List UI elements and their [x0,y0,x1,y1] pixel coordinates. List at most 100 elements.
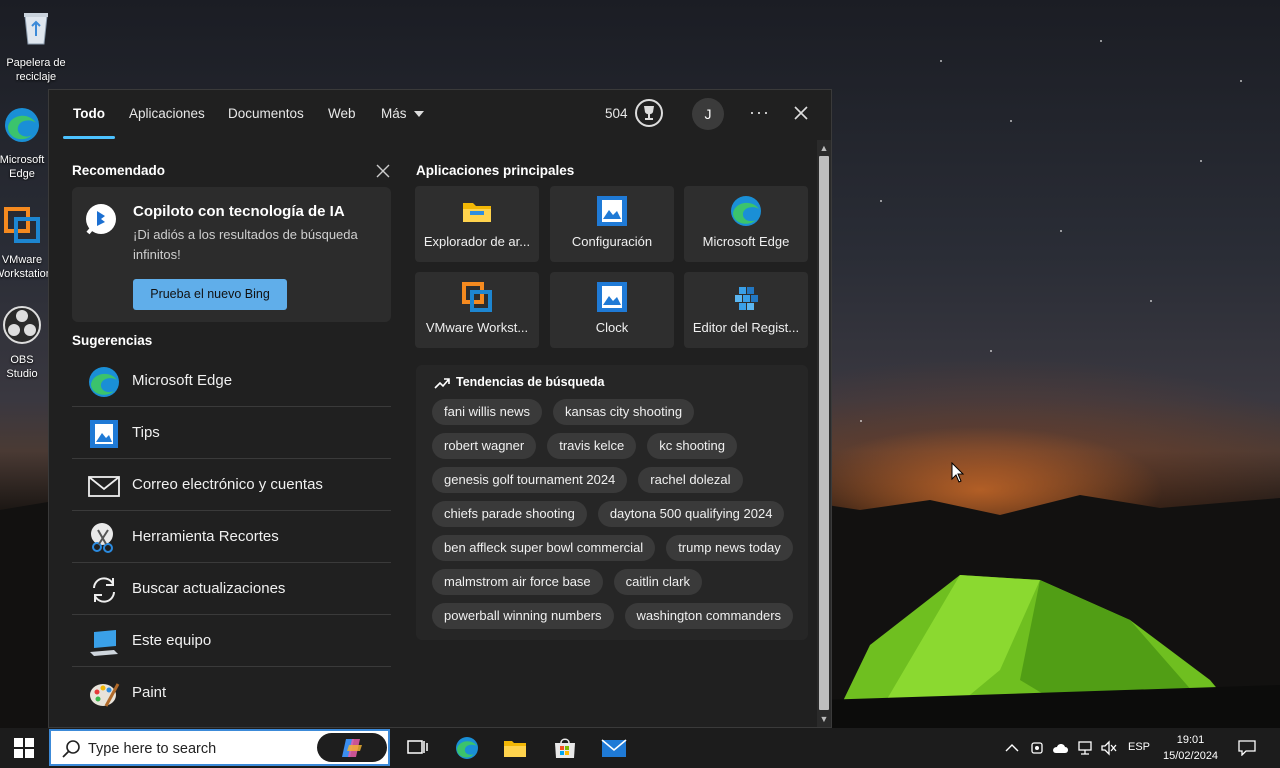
trend-chip[interactable]: washington commanders [624,603,794,629]
tab-documentos[interactable]: Documentos [228,106,304,121]
onedrive-icon[interactable] [1052,740,1070,756]
panel-scrollbar[interactable]: ▲ ▼ [817,140,831,727]
user-avatar[interactable]: J [692,98,724,130]
app-tile-label: Editor del Regist... [692,320,800,335]
app-tile-label: Explorador de ar... [423,234,531,249]
search-trends-card: Tendencias de búsqueda fani willis news … [416,365,808,640]
suggestion-item-tips[interactable]: Tips [72,408,391,459]
tab-aplicaciones[interactable]: Aplicaciones [129,106,205,121]
network-icon[interactable] [1077,740,1093,756]
volume-muted-icon[interactable] [1100,740,1118,756]
clock-date: 15/02/2024 [1163,750,1219,762]
notifications-icon[interactable] [1238,740,1256,756]
scrollbar-thumb[interactable] [819,156,829,710]
app-tile-microsoft-edge[interactable]: Microsoft Edge [684,186,808,262]
suggestion-item-paint[interactable]: Paint [72,668,391,718]
registry-icon [735,287,758,310]
app-tile-label: VMware Workst... [425,320,529,335]
taskbar-search-box[interactable]: Type here to search [49,729,390,766]
scroll-down-arrow-icon[interactable]: ▼ [819,713,829,725]
language-indicator[interactable]: ESP [1128,741,1150,753]
suggestion-item-this-pc[interactable]: Este equipo [72,616,391,667]
trend-chip[interactable]: powerball winning numbers [432,603,614,629]
chevron-up-icon[interactable] [1004,740,1020,756]
tips-icon [90,420,118,448]
trend-chip[interactable]: rachel dolezal [638,467,743,493]
close-icon[interactable] [791,103,811,123]
search-panel: Todo Aplicaciones Documentos Web Más 504… [48,89,832,728]
recommended-card-title: Copiloto con tecnología de IA [133,203,345,220]
app-tile-vmware[interactable]: VMware Workst... [415,272,539,348]
microsoft-store-icon[interactable] [552,736,578,760]
mouse-cursor-icon [951,462,965,483]
trend-chip[interactable]: genesis golf tournament 2024 [432,467,628,493]
trend-chip[interactable]: kansas city shooting [552,399,695,425]
suggestion-item-snipping-tool[interactable]: Herramienta Recortes [72,512,391,563]
file-explorer-icon[interactable] [502,736,528,760]
desktop-icon-label: OBS Studio [6,354,38,380]
trophy-icon [644,106,654,120]
trends-title: Tendencias de búsqueda [456,375,605,389]
trend-chip[interactable]: ben affleck super bowl commercial [432,535,656,561]
suggestion-item-microsoft-edge[interactable]: Microsoft Edge [72,356,391,407]
trend-chip[interactable]: caitlin clark [613,569,702,595]
trend-chip[interactable]: chiefs parade shooting [432,501,587,527]
app-tile-label: Configuración [571,234,653,249]
desktop-icon-label: Papelera de reciclaje [6,57,66,83]
more-options-button[interactable]: ··· [749,102,770,123]
app-tile-settings[interactable]: Configuración [550,186,674,262]
app-tile-label: Microsoft Edge [702,234,790,249]
tab-web[interactable]: Web [328,106,356,121]
trend-chip[interactable]: malmstrom air force base [432,569,603,595]
update-icon [93,577,115,603]
app-tile-label: Clock [595,320,629,335]
suggestion-item-check-updates[interactable]: Buscar actualizaciones [72,564,391,615]
windows-start-icon[interactable] [14,738,34,758]
tab-mas[interactable]: Más [381,106,425,121]
paint-icon [90,683,120,707]
trend-chip[interactable]: robert wagner [432,433,537,459]
settings-app-icon [597,196,627,226]
suggestion-label: Correo electrónico y cuentas [132,476,323,493]
snipping-tool-icon [91,523,113,553]
bing-chat-icon [86,204,116,235]
dismiss-recommended-icon[interactable] [375,163,391,179]
trend-chip[interactable]: kc shooting [647,433,738,459]
taskbar-clock[interactable]: 19:01 15/02/2024 [1163,732,1218,764]
suggestions-list: Microsoft Edge Tips Correo electrónico y… [72,356,391,719]
suggestion-item-mail[interactable]: Correo electrónico y cuentas [72,460,391,511]
copilot-button[interactable] [317,733,387,762]
meet-now-icon[interactable] [1029,740,1045,756]
trend-chip[interactable]: fani willis news [432,399,542,425]
search-placeholder: Type here to search [88,741,217,757]
app-tile-clock[interactable]: Clock [550,272,674,348]
desktop-icon-recycle-bin[interactable]: Papelera de reciclaje [0,8,72,84]
tab-todo[interactable]: Todo [73,106,105,121]
app-tile-registry-editor[interactable]: Editor del Regist... [684,272,808,348]
mail-taskbar-icon[interactable] [601,736,627,760]
clock-time: 19:01 [1176,734,1205,746]
desktop-icon-obs[interactable]: OBS Studio [0,305,50,381]
edge-icon [5,108,39,142]
try-new-bing-button[interactable]: Prueba el nuevo Bing [133,279,287,310]
trend-chips: fani willis news kansas city shooting ro… [432,399,802,629]
trend-chip[interactable]: travis kelce [547,433,637,459]
edge-taskbar-icon[interactable] [454,736,480,760]
desktop-icon-label: Microsoft Edge [0,154,45,180]
scroll-up-arrow-icon[interactable]: ▲ [819,142,829,154]
desktop-icon-vmware[interactable]: VMware Workstation [0,205,50,281]
task-view-icon[interactable] [404,736,430,760]
rewards-trophy-icon[interactable] [635,99,663,127]
suggestion-label: Buscar actualizaciones [132,580,286,597]
trend-chip[interactable]: trump news today [666,535,793,561]
trend-chip[interactable]: daytona 500 qualifying 2024 [597,501,785,527]
vmware-icon [462,282,492,312]
folder-icon [463,203,491,222]
recommended-card-description: ¡Di adiós a los resultados de búsqueda i… [133,227,358,262]
suggestions-title: Sugerencias [72,333,153,348]
active-tab-indicator [63,136,115,139]
desktop-icon-edge[interactable]: Microsoft Edge [0,105,52,181]
app-tile-file-explorer[interactable]: Explorador de ar... [415,186,539,262]
suggestion-label: Microsoft Edge [132,372,233,389]
suggestion-label: Herramienta Recortes [132,528,279,545]
